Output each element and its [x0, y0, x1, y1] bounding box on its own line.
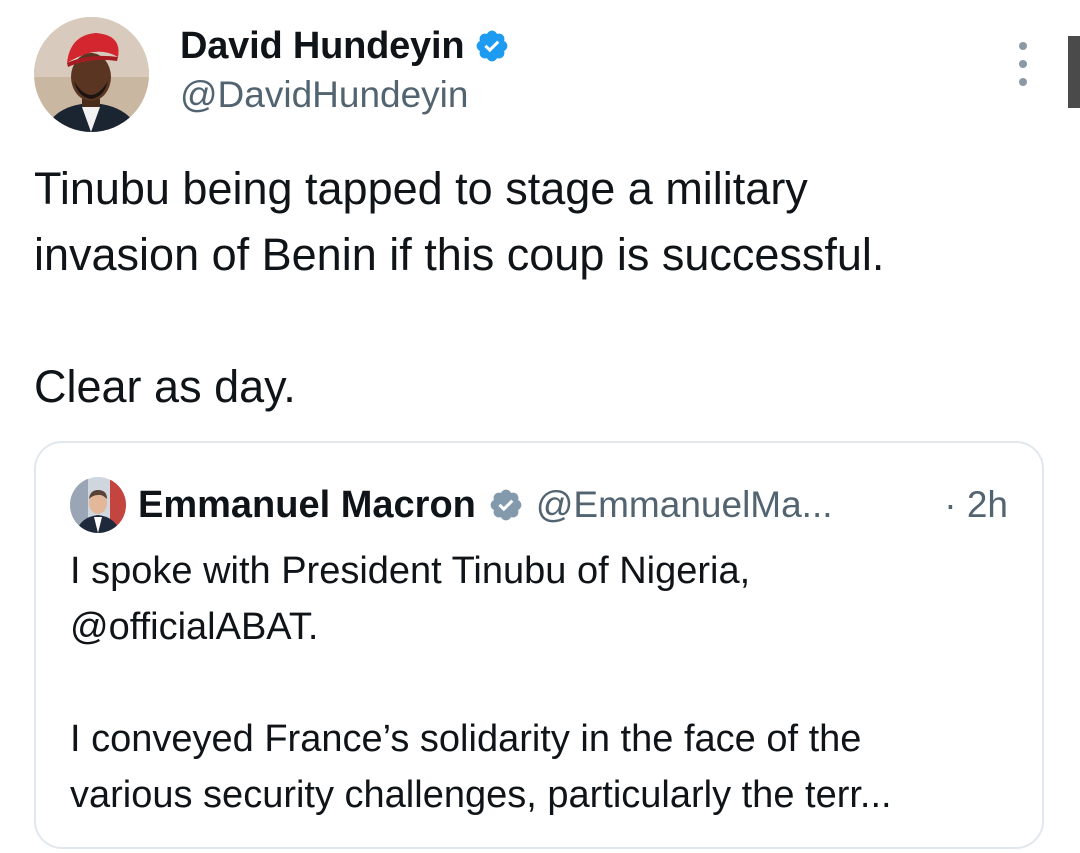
quoted-line: various security challenges, particularl… [70, 774, 892, 816]
scrollbar-thumb[interactable] [1068, 36, 1080, 108]
tweet-text: Tinubu being tapped to stage a military … [34, 156, 1054, 420]
more-dot [1019, 60, 1027, 68]
more-dot [1019, 78, 1027, 86]
quoted-line: I spoke with President Tinubu of Nigeria… [70, 550, 751, 592]
verified-badge-icon [474, 28, 510, 64]
quoted-tweet-card[interactable]: Emmanuel Macron @EmmanuelMa... · 2h I sp… [34, 441, 1044, 849]
quoted-author-avatar[interactable] [70, 477, 126, 533]
quoted-line: @officialABAT. [70, 606, 319, 648]
verified-badge-icon [488, 487, 524, 523]
quoted-text: I spoke with President Tinubu of Nigeria… [70, 543, 1020, 823]
quoted-header: Emmanuel Macron @EmmanuelMa... [138, 479, 833, 531]
tweet-line: Tinubu being tapped to stage a military [34, 163, 808, 214]
tweet-line: invasion of Benin if this coup is succes… [34, 229, 885, 280]
quoted-line: I conveyed France’s solidarity in the fa… [70, 718, 862, 760]
author-name-row: David Hundeyin [180, 20, 510, 72]
tweet-line: Clear as day. [34, 361, 296, 412]
more-vertical-icon[interactable] [1008, 42, 1038, 86]
quoted-author-name[interactable]: Emmanuel Macron [138, 484, 476, 527]
tweet-screen: David Hundeyin @DavidHundeyin Tinubu bei… [0, 0, 1080, 853]
author-avatar[interactable] [34, 17, 149, 132]
quoted-author-handle[interactable]: @EmmanuelMa... [536, 484, 833, 526]
quoted-timestamp[interactable]: · 2h [944, 479, 1008, 531]
more-dot [1019, 42, 1027, 50]
author-name[interactable]: David Hundeyin [180, 25, 465, 68]
author-handle[interactable]: @DavidHundeyin [180, 74, 510, 116]
author-block: David Hundeyin @DavidHundeyin [180, 20, 510, 116]
